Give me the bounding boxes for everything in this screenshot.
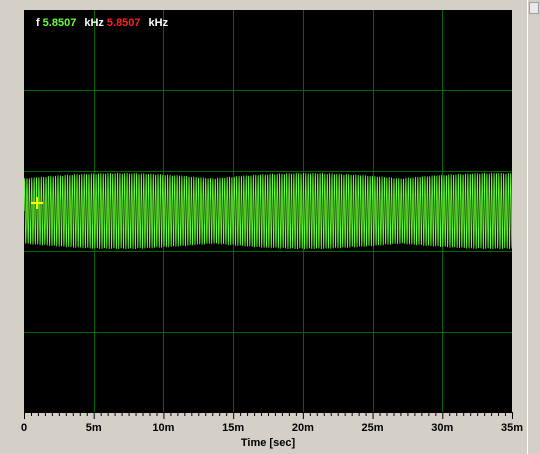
signal-trace xyxy=(24,172,512,250)
x-tick-label: 35m xyxy=(500,422,524,434)
frequency-label: f xyxy=(36,17,40,29)
x-tick-label: 20m xyxy=(291,422,314,434)
scrollbar-thumb[interactable] xyxy=(529,2,539,14)
x-tick-label: 15m xyxy=(222,422,245,434)
x-axis-title: Time [sec] xyxy=(240,437,296,449)
frequency-value-1: 5.8507 xyxy=(42,17,77,29)
vertical-scrollbar[interactable] xyxy=(527,0,540,454)
x-tick-label: 30m xyxy=(431,422,454,434)
frequency-readout: f 5.8507 kHz 5.8507 kHz xyxy=(36,17,171,29)
x-tick-label: 5m xyxy=(85,422,102,434)
x-axis: 0 5m 10m 15m 20m 25m 30m 35m Time [sec] xyxy=(0,412,528,454)
x-tick-label: 25m xyxy=(361,422,384,434)
waveform-svg xyxy=(24,10,512,412)
graph-window: f 5.8507 kHz 5.8507 kHz 0 5m 10m 15m 20m 25m 3… xyxy=(0,0,540,454)
frequency-unit-1: kHz xyxy=(84,17,104,29)
x-tick-label: 10m xyxy=(152,422,175,434)
waveform-plot[interactable] xyxy=(24,10,512,412)
frequency-unit-2: kHz xyxy=(148,17,169,29)
frequency-value-2: 5.8507 xyxy=(106,17,141,29)
x-tick-label: 0 xyxy=(20,422,28,434)
